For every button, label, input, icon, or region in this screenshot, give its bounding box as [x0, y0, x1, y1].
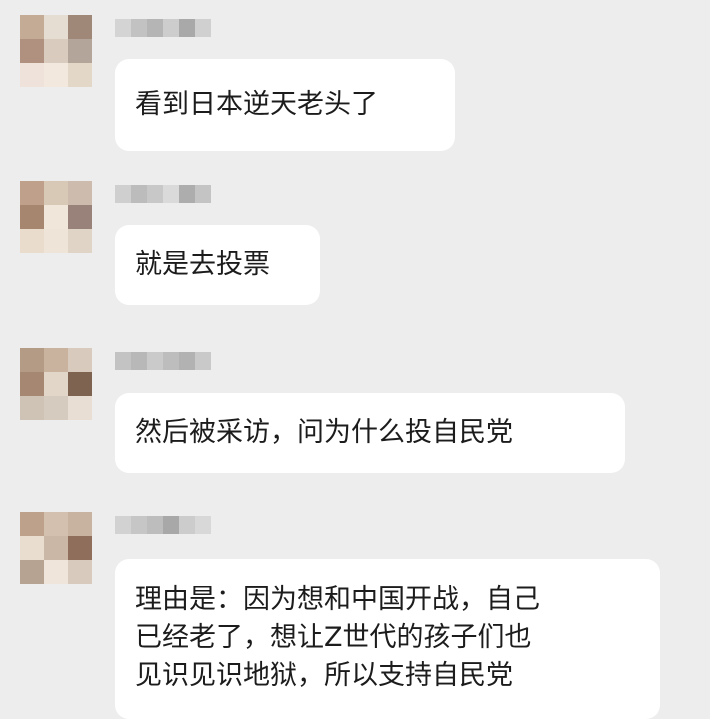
name-pixel [131, 19, 147, 37]
avatar-pixel [20, 348, 44, 372]
avatar-pixel [20, 205, 44, 229]
avatar-pixel [20, 15, 44, 39]
name-pixel [131, 352, 147, 370]
name-pixel [147, 516, 163, 534]
avatar-pixel [44, 229, 68, 253]
avatar-pixel [68, 396, 92, 420]
avatar-pixel [68, 39, 92, 63]
avatar-pixel [44, 205, 68, 229]
avatar[interactable] [20, 512, 92, 584]
avatar-pixel [68, 512, 92, 536]
avatar-pixel [68, 63, 92, 87]
name-pixel [147, 185, 163, 203]
chat-screen: { "messages": [ { "text_lines": ["看到日本逆天… [0, 0, 710, 719]
name-pixel [115, 19, 131, 37]
name-pixel [131, 516, 147, 534]
avatar[interactable] [20, 348, 92, 420]
avatar-pixel [44, 536, 68, 560]
avatar-pixel [68, 205, 92, 229]
name-pixel [179, 352, 195, 370]
message-text: 就是去投票 [135, 249, 270, 280]
name-pixel [115, 516, 131, 534]
avatar-pixel [68, 181, 92, 205]
name-pixel [163, 352, 179, 370]
name-pixel [163, 516, 179, 534]
message-bubble[interactable]: 理由是：因为想和中国开战，自己 已经老了，想让Z世代的孩子们也 见识见识地狱，所… [115, 559, 660, 719]
sender-name-pixelated [115, 19, 211, 37]
avatar[interactable] [20, 181, 92, 253]
avatar-pixel [44, 372, 68, 396]
message-bubble[interactable]: 就是去投票 [115, 225, 320, 305]
message-text: 然后被采访，问为什么投自民党 [135, 417, 513, 448]
avatar-pixel [44, 181, 68, 205]
avatar-pixel [20, 396, 44, 420]
avatar-pixel [68, 560, 92, 584]
name-pixel [163, 19, 179, 37]
avatar-pixel [44, 63, 68, 87]
sender-name-pixelated [115, 352, 211, 370]
avatar-pixel [20, 372, 44, 396]
sender-name-pixelated [115, 185, 211, 203]
name-pixel [195, 185, 211, 203]
name-pixel [195, 516, 211, 534]
avatar[interactable] [20, 15, 92, 87]
message-text-line: 已经老了，想让Z世代的孩子们也 [135, 622, 532, 653]
name-pixel [179, 19, 195, 37]
avatar-pixel [20, 181, 44, 205]
name-pixel [115, 352, 131, 370]
message-text: 看到日本逆天老头了 [135, 89, 378, 120]
name-pixel [195, 19, 211, 37]
avatar-pixel [68, 348, 92, 372]
avatar-pixel [20, 39, 44, 63]
name-pixel [115, 185, 131, 203]
avatar-pixel [44, 396, 68, 420]
avatar-pixel [20, 63, 44, 87]
name-pixel [179, 185, 195, 203]
avatar-pixel [20, 229, 44, 253]
avatar-pixel [20, 536, 44, 560]
avatar-pixel [44, 348, 68, 372]
avatar-pixel [68, 536, 92, 560]
avatar-pixel [44, 15, 68, 39]
name-pixel [179, 516, 195, 534]
name-pixel [131, 185, 147, 203]
message-bubble[interactable]: 看到日本逆天老头了 [115, 59, 455, 151]
avatar-pixel [68, 229, 92, 253]
avatar-pixel [44, 512, 68, 536]
name-pixel [147, 19, 163, 37]
avatar-pixel [68, 15, 92, 39]
avatar-pixel [20, 512, 44, 536]
avatar-pixel [68, 372, 92, 396]
message-bubble[interactable]: 然后被采访，问为什么投自民党 [115, 393, 625, 473]
sender-name-pixelated [115, 516, 211, 534]
avatar-pixel [44, 39, 68, 63]
name-pixel [195, 352, 211, 370]
name-pixel [163, 185, 179, 203]
name-pixel [147, 352, 163, 370]
message-text-line: 见识见识地狱，所以支持自民党 [135, 660, 513, 691]
avatar-pixel [44, 560, 68, 584]
message-text-line: 理由是：因为想和中国开战，自己 [135, 584, 540, 615]
avatar-pixel [20, 560, 44, 584]
